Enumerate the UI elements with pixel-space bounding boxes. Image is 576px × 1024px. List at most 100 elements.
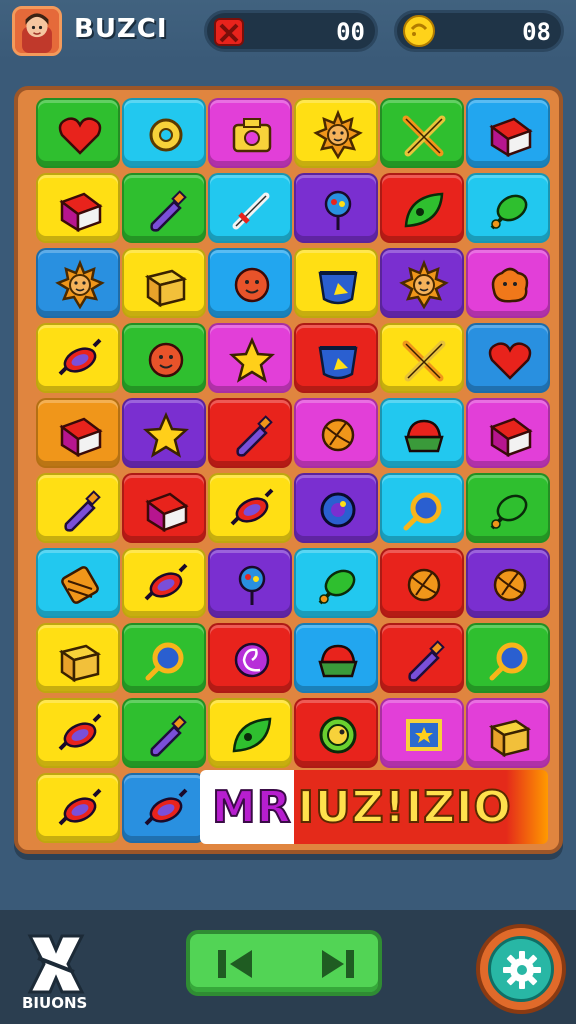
game-tile[interactable] xyxy=(380,173,464,243)
game-tile[interactable] xyxy=(36,773,120,843)
game-tile[interactable] xyxy=(380,623,464,693)
game-tile[interactable] xyxy=(36,398,120,468)
game-tile[interactable] xyxy=(122,398,206,468)
game-tile[interactable] xyxy=(122,623,206,693)
berry-icon xyxy=(490,194,528,230)
level-banner: MR IUZ!IZIO xyxy=(200,770,548,844)
candy-icon xyxy=(58,713,102,751)
game-tile[interactable] xyxy=(208,248,292,318)
book-icon xyxy=(489,417,533,458)
coins-value: 08 xyxy=(522,18,551,46)
top-bar: BUZCI 00 08 xyxy=(0,0,576,62)
box-icon xyxy=(144,269,188,308)
banner-text-part2: IUZ!IZIO xyxy=(297,781,512,834)
game-tile[interactable] xyxy=(122,773,206,843)
game-tile[interactable] xyxy=(36,173,120,243)
game-tile[interactable] xyxy=(294,248,378,318)
next-icon[interactable] xyxy=(314,942,362,986)
box-icon xyxy=(58,644,102,683)
game-tile[interactable] xyxy=(380,548,464,618)
game-tile[interactable] xyxy=(122,548,206,618)
game-tile[interactable] xyxy=(208,398,292,468)
ball-icon xyxy=(407,568,441,602)
sun-face-icon xyxy=(399,259,449,310)
playback-controls xyxy=(186,930,382,996)
heart-icon xyxy=(488,342,532,380)
ring-icon xyxy=(403,492,442,531)
leaf-icon xyxy=(232,717,272,753)
game-tile[interactable] xyxy=(380,323,464,393)
candy-icon xyxy=(144,788,188,826)
sword-icon xyxy=(232,192,270,230)
game-tile[interactable] xyxy=(294,698,378,768)
game-tile[interactable] xyxy=(208,98,292,168)
ring-icon xyxy=(489,642,528,681)
lives-counter: 00 xyxy=(204,10,378,52)
gear-icon xyxy=(503,951,541,989)
cake-icon xyxy=(404,419,444,453)
game-tile[interactable] xyxy=(36,548,120,618)
red-x-icon xyxy=(214,18,244,46)
game-tile[interactable] xyxy=(122,323,206,393)
game-tile[interactable] xyxy=(294,548,378,618)
game-tile[interactable] xyxy=(380,248,464,318)
game-tile[interactable] xyxy=(122,698,206,768)
game-tile[interactable] xyxy=(208,548,292,618)
game-tile[interactable] xyxy=(208,698,292,768)
player-avatar[interactable] xyxy=(12,6,62,56)
pot-icon xyxy=(318,271,358,305)
game-tile[interactable] xyxy=(466,548,550,618)
yellow-ring-icon xyxy=(149,118,183,152)
game-tile[interactable] xyxy=(208,623,292,693)
game-tile[interactable] xyxy=(380,698,464,768)
banner-text: MR IUZ!IZIO xyxy=(200,770,548,844)
game-tile[interactable] xyxy=(466,323,550,393)
game-tile[interactable] xyxy=(466,98,550,168)
star-icon xyxy=(228,336,276,383)
game-tile[interactable] xyxy=(466,173,550,243)
game-tile[interactable] xyxy=(36,323,120,393)
lives-value: 00 xyxy=(336,18,365,46)
game-tile[interactable] xyxy=(36,248,120,318)
ball-icon xyxy=(321,418,355,452)
game-tile[interactable] xyxy=(36,698,120,768)
game-tile[interactable] xyxy=(466,248,550,318)
game-tile[interactable] xyxy=(294,623,378,693)
game-tile[interactable] xyxy=(208,323,292,393)
game-tile[interactable] xyxy=(294,473,378,543)
game-tile[interactable] xyxy=(208,473,292,543)
game-tile[interactable] xyxy=(466,473,550,543)
heart-icon xyxy=(58,117,102,155)
banner-text-part1: MR xyxy=(211,781,292,834)
game-tile[interactable] xyxy=(466,698,550,768)
game-tile[interactable] xyxy=(380,473,464,543)
berry-icon xyxy=(318,569,356,605)
game-tile[interactable] xyxy=(122,173,206,243)
previous-icon[interactable] xyxy=(212,942,260,986)
book-icon xyxy=(489,117,533,158)
game-tile[interactable] xyxy=(380,98,464,168)
game-tile[interactable] xyxy=(36,473,120,543)
game-tile[interactable] xyxy=(122,98,206,168)
crossed-swords-icon xyxy=(402,340,446,382)
game-tile[interactable] xyxy=(122,248,206,318)
game-tile[interactable] xyxy=(380,398,464,468)
game-tile[interactable] xyxy=(208,173,292,243)
game-tile[interactable] xyxy=(36,98,120,168)
bottle-icon xyxy=(150,190,187,232)
sun-face-icon xyxy=(313,109,363,160)
game-tile[interactable] xyxy=(294,173,378,243)
game-tile[interactable] xyxy=(466,398,550,468)
crossed-x-icon[interactable] xyxy=(20,928,92,1000)
settings-button[interactable] xyxy=(476,924,566,1014)
game-tile[interactable] xyxy=(466,623,550,693)
bottle-icon xyxy=(236,415,273,457)
game-tile[interactable] xyxy=(36,623,120,693)
candy-icon xyxy=(58,788,102,826)
game-tile[interactable] xyxy=(122,473,206,543)
game-tile[interactable] xyxy=(294,98,378,168)
face-icon xyxy=(234,267,270,303)
game-tile[interactable] xyxy=(294,323,378,393)
box-icon xyxy=(488,719,532,758)
game-tile[interactable] xyxy=(294,398,378,468)
